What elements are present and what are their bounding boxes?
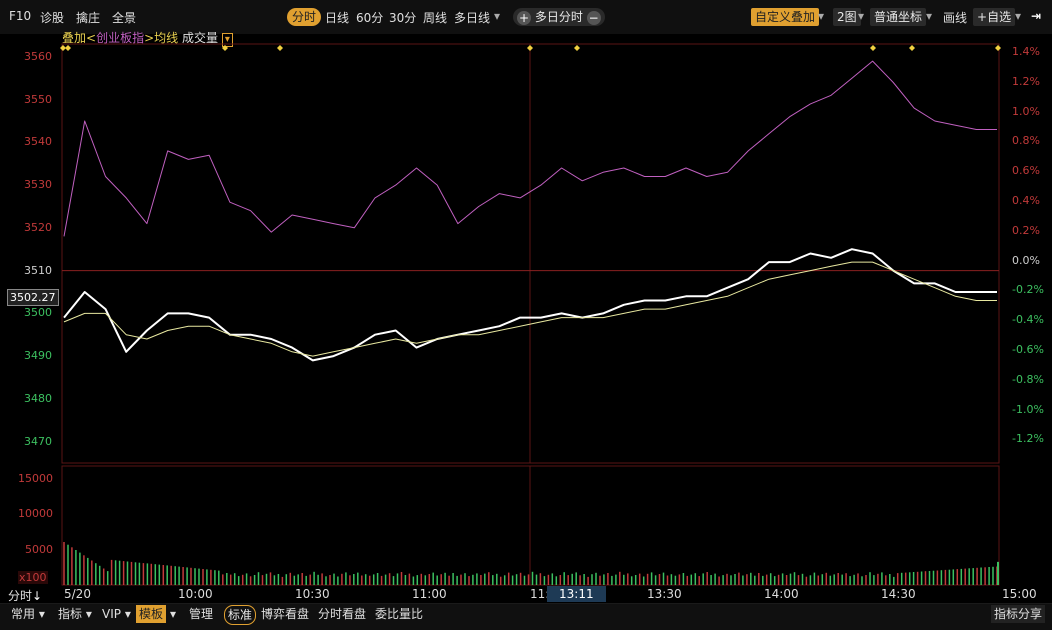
percent-tick: -1.2%	[1012, 432, 1044, 446]
percent-tick: 1.0%	[1012, 104, 1040, 118]
price-tick: 3490	[24, 349, 52, 363]
down-arrow-icon: ↓	[32, 589, 43, 603]
percent-tick: -0.2%	[1012, 283, 1044, 297]
percent-tick: -0.4%	[1012, 313, 1044, 327]
chevron-down-icon[interactable]: ▾	[167, 605, 179, 623]
volume-tick-15000: 15000	[18, 472, 53, 485]
percent-tick: -0.8%	[1012, 372, 1044, 386]
vip-label: VIP	[102, 607, 121, 621]
percent-tick: 1.2%	[1012, 74, 1040, 88]
time-label-1400: 14:00	[764, 587, 799, 601]
price-tick: 3470	[24, 434, 52, 448]
event-marker-icon	[574, 45, 580, 51]
tab-game-view[interactable]: 博弈看盘	[258, 605, 312, 623]
event-marker-icon	[222, 45, 228, 51]
cursor-time-tag: 13:11	[547, 586, 606, 602]
event-marker-icon	[527, 45, 533, 51]
tab-bid-ratio[interactable]: 委比量比	[372, 605, 426, 623]
percent-tick: 0.4%	[1012, 194, 1040, 207]
price-tick: 3510	[24, 263, 52, 277]
event-marker-icon	[277, 45, 283, 51]
time-label-1100: 11:00	[412, 587, 447, 601]
indicator-share-button[interactable]: 指标分享	[991, 605, 1046, 623]
event-marker-icon	[995, 45, 1001, 51]
tab-standard[interactable]: 标准	[224, 605, 257, 625]
manage-button[interactable]: 管理	[186, 605, 216, 623]
intraday-chart[interactable]	[0, 0, 1052, 630]
price-tick: 3540	[24, 135, 52, 149]
percent-tick: 0.6%	[1012, 164, 1040, 178]
time-mode-label[interactable]: 分时↓	[8, 587, 42, 604]
price-tick: 3480	[24, 391, 52, 405]
indicator-label: 指标	[58, 607, 83, 621]
volume-bars	[63, 542, 999, 585]
common-label: 常用	[11, 607, 36, 621]
chart-grid	[0, 43, 1052, 605]
price-tick: 3560	[24, 49, 52, 63]
time-label-1330: 13:30	[647, 587, 682, 601]
price-tick: 3520	[24, 220, 52, 234]
price-tick: 3500	[24, 306, 52, 320]
percent-tick: -0.6%	[1012, 343, 1044, 356]
chevron-down-icon: ▾	[38, 607, 45, 621]
event-marker-icon	[65, 45, 71, 51]
vip-menu[interactable]: VIP ▾	[99, 605, 134, 623]
chevron-down-icon: ▾	[85, 607, 92, 621]
time-label-1500: 15:00	[1002, 587, 1037, 601]
template-menu[interactable]: 模板	[136, 605, 167, 623]
event-marker-icon	[870, 45, 876, 51]
price-tick: 3530	[24, 178, 52, 192]
percent-tick: 0.8%	[1012, 134, 1040, 148]
volume-unit: x100	[18, 571, 48, 584]
percent-tick: -1.0%	[1012, 402, 1044, 416]
percent-tick: 0.2%	[1012, 223, 1040, 237]
indicator-menu[interactable]: 指标 ▾	[55, 605, 95, 623]
volume-tick-10000: 10000	[18, 507, 53, 520]
time-label-1430: 14:30	[881, 587, 916, 601]
time-mode-text: 分时	[8, 589, 33, 603]
time-label-1000: 10:00	[178, 587, 213, 601]
time-label-1030: 10:30	[295, 587, 330, 601]
event-markers	[60, 45, 1001, 51]
chevron-down-icon: ▾	[124, 607, 131, 621]
common-menu[interactable]: 常用 ▾	[8, 605, 48, 623]
event-marker-icon	[909, 45, 915, 51]
price-tick: 3550	[24, 92, 52, 106]
percent-tick: 0.0%	[1012, 253, 1040, 267]
volume-tick-5000: 5000	[25, 543, 53, 556]
time-label-date: 5/20	[64, 587, 91, 601]
current-price-tag: 3502.27	[7, 289, 59, 306]
tab-minute-view[interactable]: 分时看盘	[315, 605, 369, 623]
percent-tick: 1.4%	[1012, 45, 1040, 58]
